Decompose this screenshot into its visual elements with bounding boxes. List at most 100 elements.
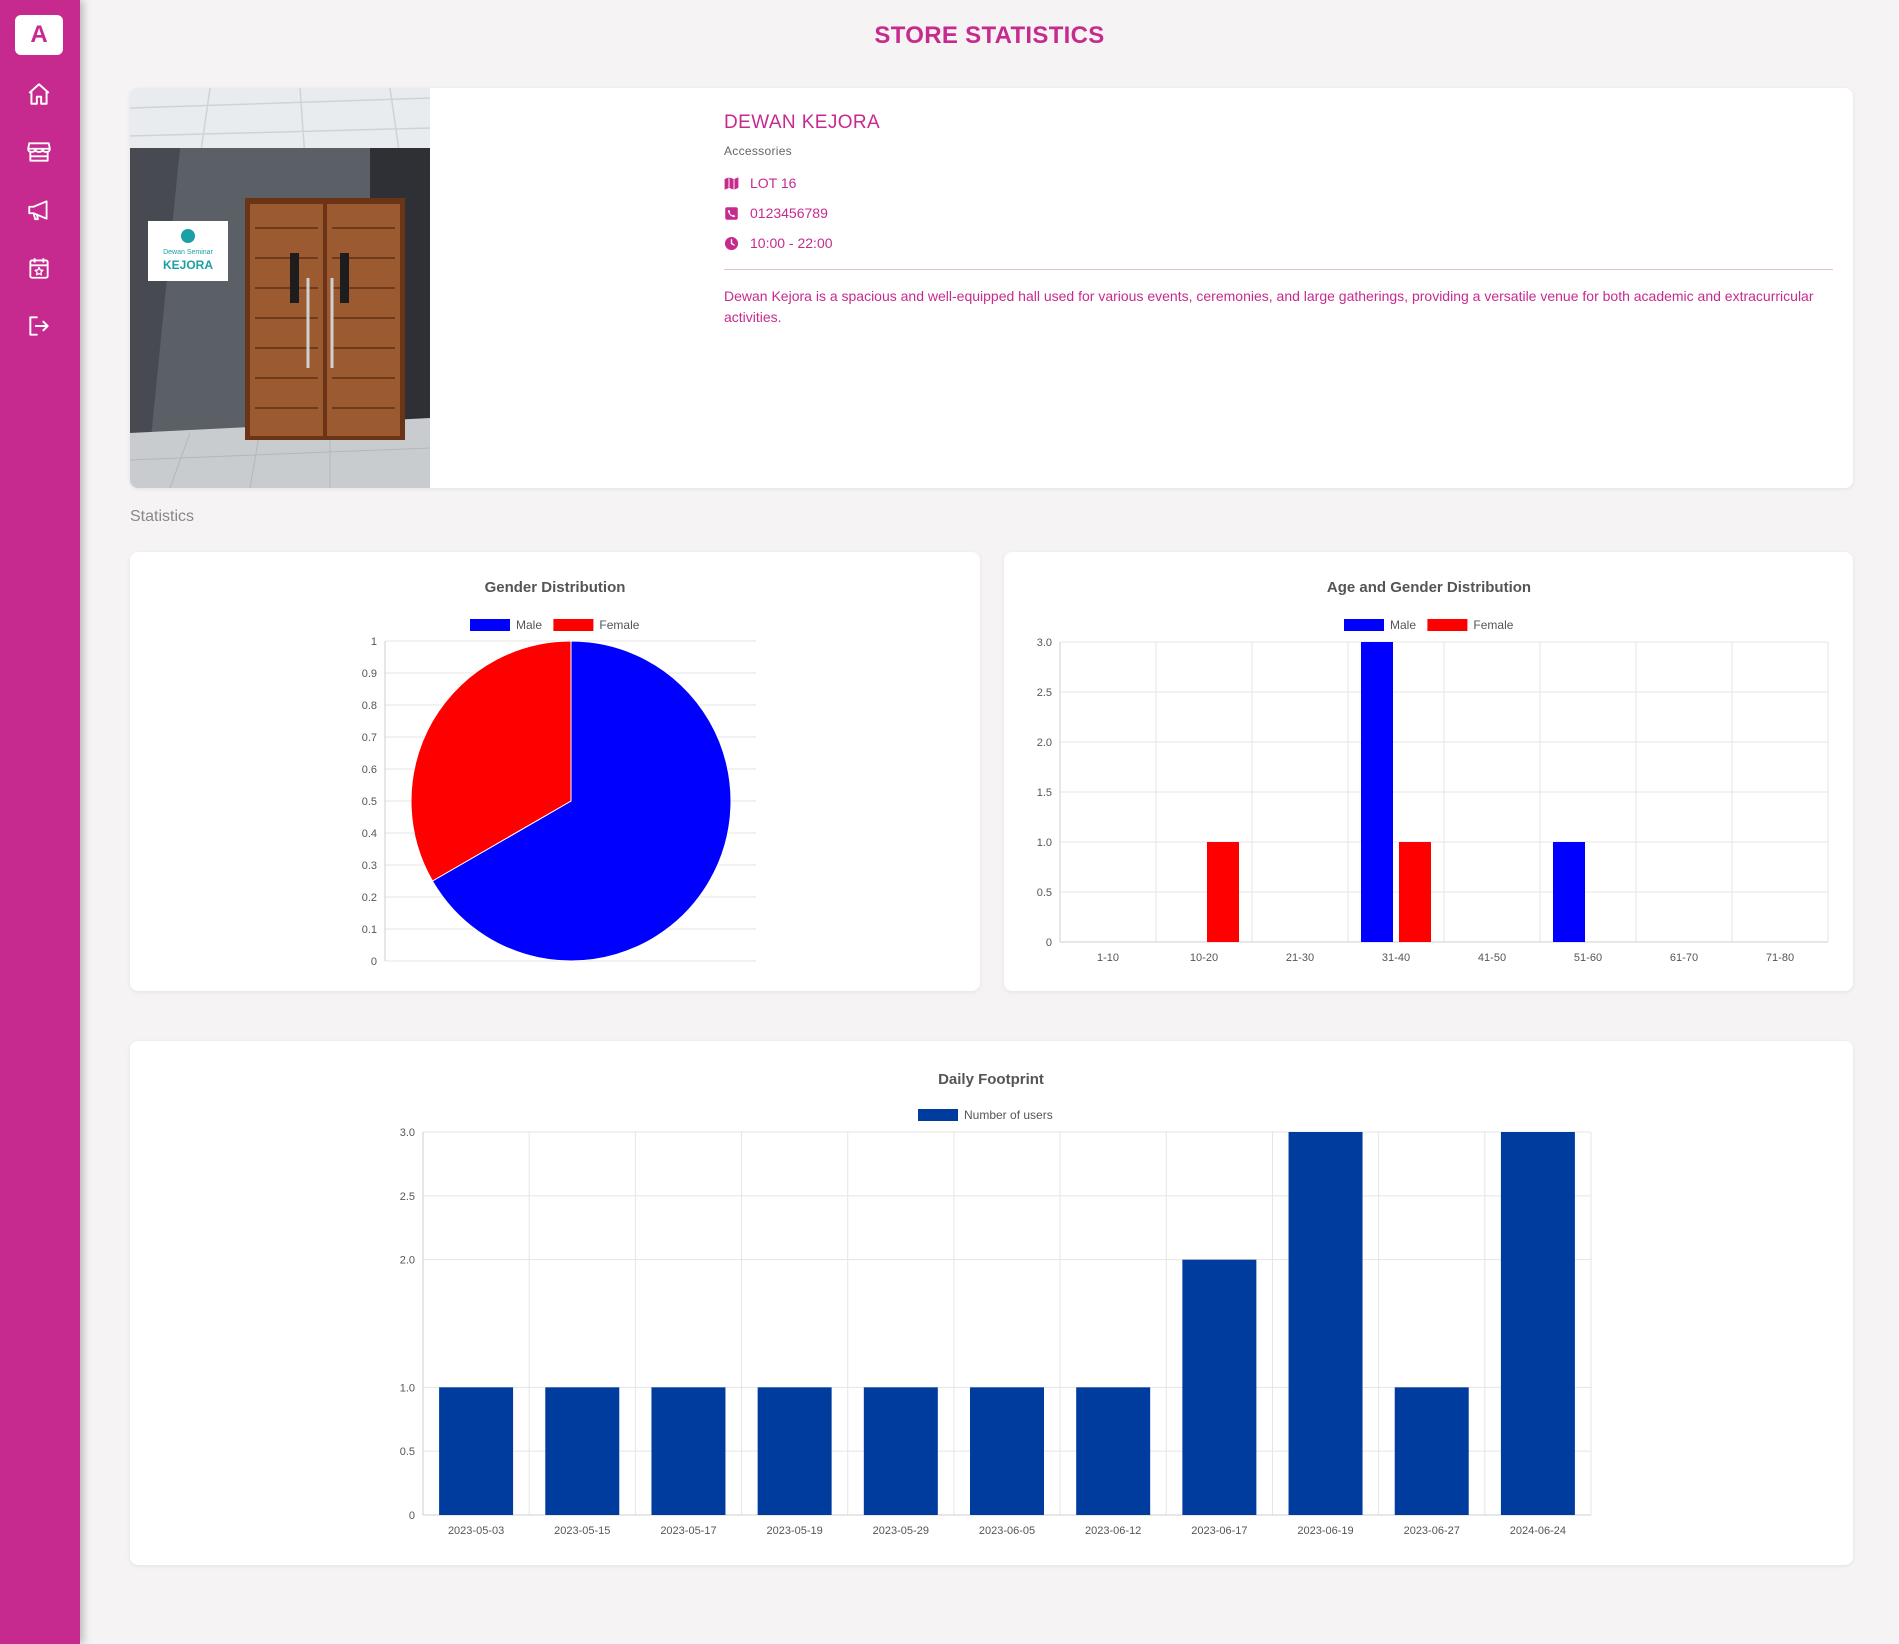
logout-icon [29,316,49,336]
bar-male-51-60 [1553,842,1585,942]
y-tick-label: 0.9 [362,668,377,680]
bar-number-of-users-2023-05-03 [439,1387,514,1515]
y-tick-label: 0.4 [362,828,377,840]
age-gender-distribution-card: Age and Gender Distribution Male Female 0 0.… [1004,552,1853,991]
legend-swatch-male [1344,619,1384,631]
x-tick-label: 31-40 [1382,952,1410,964]
phone-icon [725,206,738,220]
bar-number-of-users-2023-06-27 [1394,1387,1469,1515]
legend-swatch-female [553,619,594,631]
legend-swatch-female [1427,619,1468,631]
store-card: Dewan Seminar KEJORA DEWAN KEJORA Access… [130,88,1853,488]
y-tick-label: 0.2 [362,892,377,904]
x-tick-label: 71-80 [1766,952,1794,964]
bar-number-of-users-2023-05-15 [545,1387,620,1515]
x-tick-label: 41-50 [1478,952,1506,964]
nav-stores[interactable] [24,137,54,167]
bar-number-of-users-2023-06-19 [1288,1132,1363,1515]
store-info: DEWAN KEJORA Accessories LOT 16 01234567… [724,112,1833,328]
x-tick-label: 21-30 [1286,952,1314,964]
daily-footprint-chart: Daily Footprint Number of users 0 0.5 1.0 2.0… [400,1071,1592,1537]
app-logo[interactable]: A [15,15,63,55]
x-tick-label: 2024-06-24 [1510,1525,1566,1537]
nav-logout[interactable] [24,311,54,341]
nav-announcements[interactable] [24,195,54,225]
x-tick-label: 2023-06-12 [1085,1525,1141,1537]
bar-number-of-users-2023-05-17 [651,1387,726,1515]
store-description: Dewan Kejora is a spacious and well-equi… [724,288,1814,325]
bar-male-31-40 [1361,642,1393,942]
x-tick-label: 2023-05-15 [554,1525,610,1537]
daily-footprint-card: Daily Footprint Number of users 0 0.5 1.0 2.0… [130,1041,1853,1565]
sign-line1: Dewan Seminar [163,249,213,256]
bar-number-of-users-2023-06-17 [1182,1259,1257,1515]
legend-label-female: Female [599,618,639,632]
calendar-star-icon [29,258,49,279]
x-tick-label: 2023-06-27 [1404,1525,1460,1537]
legend-swatch-number-of-users [918,1109,958,1121]
divider [724,269,1833,270]
store-hours: 10:00 - 22:00 [750,235,833,251]
statistics-label: Statistics [130,508,195,525]
age-gender-distribution-chart: Age and Gender Distribution Male Female 0 0.… [1037,579,1829,964]
y-tick-label: 0.7 [362,732,377,744]
x-tick-label: 2023-05-19 [766,1525,822,1537]
y-tick-label: 2.5 [1037,687,1052,699]
sign-line2: KEJORA [163,258,213,272]
x-tick-label: 10-20 [1190,952,1218,964]
x-tick-label: 1-10 [1097,952,1119,964]
y-tick-label: 2.0 [1037,737,1052,749]
bar-female-31-40 [1399,842,1431,942]
megaphone-icon [28,200,48,221]
y-tick-label: 0.1 [362,924,377,936]
chart-title: Age and Gender Distribution [1327,579,1531,596]
bar-number-of-users-2023-06-12 [1076,1387,1151,1515]
y-tick-label: 0.5 [362,796,377,808]
clock-icon [724,236,739,250]
map-icon [724,176,739,190]
y-tick-label: 0.5 [400,1446,415,1458]
store-photo: Dewan Seminar KEJORA [130,88,430,488]
store-location: LOT 16 [750,175,797,191]
bar-number-of-users-2023-06-05 [970,1387,1044,1515]
gender-distribution-card: Gender Distribution Male Female 0 0.1 0.2 0.3 0… [130,552,980,991]
store-name: DEWAN KEJORA [724,112,881,133]
legend-label-female: Female [1473,618,1513,632]
y-tick-label: 2.0 [400,1255,415,1267]
legend-label-male: Male [516,618,542,632]
y-tick-label: 0.8 [362,700,377,712]
y-tick-label: 3.0 [1037,637,1052,649]
legend-swatch-male [470,619,510,631]
x-tick-label: 2023-06-17 [1191,1525,1247,1537]
x-tick-label: 2023-05-29 [873,1525,929,1537]
store-icon [27,142,51,162]
page-title: STORE STATISTICS [874,22,1105,49]
nav-home[interactable] [24,79,54,109]
x-tick-label: 2023-06-05 [979,1525,1035,1537]
y-tick-label: 1.5 [1037,787,1052,799]
y-tick-label: 1.0 [1037,837,1052,849]
store-phone-row: 0123456789 [724,205,1833,221]
bar-female-10-20 [1207,842,1239,942]
bar-number-of-users-2023-05-29 [863,1387,938,1515]
y-tick-label: 1.0 [400,1382,415,1394]
store-category: Accessories [724,144,792,158]
legend-label-male: Male [1390,618,1416,632]
y-tick-label: 0 [409,1510,415,1522]
y-tick-label: 0.6 [362,764,377,776]
store-hours-row: 10:00 - 22:00 [724,235,1833,251]
nav-events[interactable] [24,253,54,283]
y-tick-label: 0 [1046,937,1052,949]
x-tick-label: 2023-06-19 [1297,1525,1353,1537]
legend-label-number-of-users: Number of users [964,1108,1053,1122]
y-tick-label: 2.5 [400,1191,415,1203]
x-tick-label: 2023-05-17 [660,1525,716,1537]
store-location-row: LOT 16 [724,175,1833,191]
chart-title: Gender Distribution [485,579,626,596]
x-tick-label: 51-60 [1574,952,1602,964]
bar-number-of-users-2024-06-24 [1500,1132,1575,1515]
x-tick-label: 2023-05-03 [448,1525,504,1537]
bar-number-of-users-2023-05-19 [757,1387,832,1515]
gender-distribution-chart: Gender Distribution Male Female 0 0.1 0.2 0.3 0… [362,579,756,968]
sidebar: A [0,0,80,1644]
